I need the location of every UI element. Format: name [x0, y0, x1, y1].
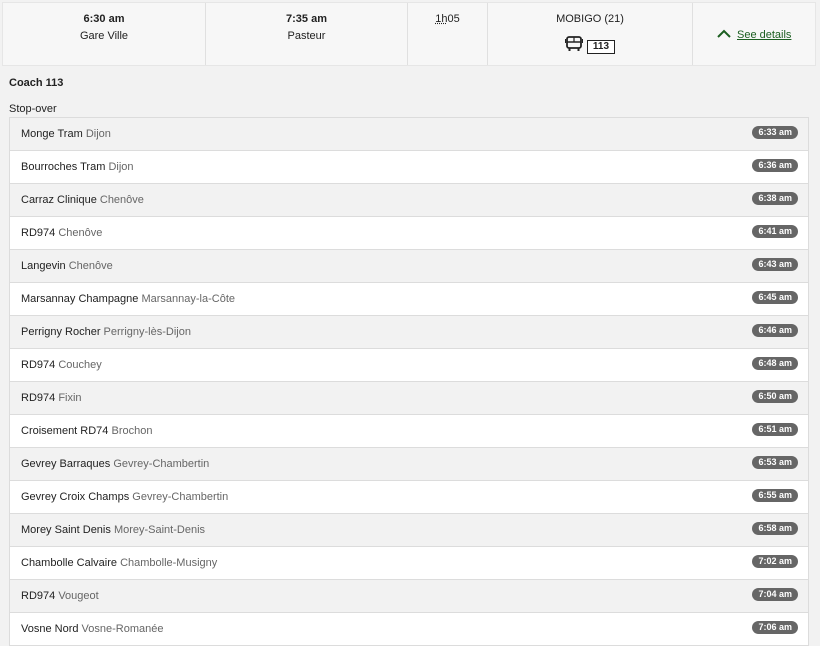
stop-town: Couchey — [58, 359, 102, 371]
operator-line: 113 — [488, 36, 692, 57]
stop-row: Vosne Nord Vosne-Romanée 7:06 am — [10, 613, 808, 646]
operator-name: MOBIGO (21) — [556, 13, 624, 25]
see-details-toggle[interactable]: See details — [717, 29, 791, 41]
stop-row: Morey Saint Denis Morey-Saint-Denis 6:58 … — [10, 514, 808, 547]
stop-town: Gevrey-Chambertin — [132, 491, 229, 503]
stop-row: Marsannay Champagne Marsannay-la-Côte 6:4… — [10, 283, 808, 316]
details-cell: See details — [693, 3, 815, 65]
stop-name: Marsannay Champagne Marsannay-la-Côte — [21, 293, 236, 305]
stop-time-badge: 6:38 am — [752, 192, 798, 205]
stop-time-badge: 6:50 am — [752, 390, 798, 403]
chevron-up-icon — [717, 29, 731, 41]
bus-icon — [564, 36, 583, 57]
stop-time-badge: 6:55 am — [752, 489, 798, 502]
coach-title: Coach 113 — [9, 77, 64, 89]
stop-row: Perrigny Rocher Perrigny-lès-Dijon 6:46 a… — [10, 316, 808, 349]
stop-name: Gevrey Barraques Gevrey-Chambertin — [21, 458, 210, 470]
stop-row: Langevin Chenôve 6:43 am — [10, 250, 808, 283]
departure-time: 6:30 am — [83, 13, 125, 25]
stop-town: Vosne-Romanée — [81, 623, 164, 635]
stop-name: RD974 Chenôve — [21, 227, 103, 239]
stop-time-badge: 6:36 am — [752, 159, 798, 172]
line-number-badge: 113 — [586, 39, 616, 54]
stop-time-badge: 7:04 am — [752, 588, 798, 601]
departure-cell: 6:30 am Gare Ville — [3, 3, 206, 65]
stop-row: Chambolle Calvaire Chambolle-Musigny 7:02… — [10, 547, 808, 580]
stop-town: Chenôve — [68, 260, 113, 272]
stop-name: RD974 Vougeot — [21, 590, 99, 602]
stop-row: RD974 Fixin 6:50 am — [10, 382, 808, 415]
departure-station: Gare Ville — [79, 30, 129, 42]
stop-town: Brochon — [111, 425, 153, 437]
stop-town: Perrigny-lès-Dijon — [103, 326, 191, 338]
stop-name: Croisement RD74 Brochon — [21, 425, 153, 437]
stop-time-badge: 6:45 am — [752, 291, 798, 304]
stop-row: RD974 Chenôve 6:41 am — [10, 217, 808, 250]
stop-time-badge: 6:33 am — [752, 126, 798, 139]
stop-town: Chenôve — [58, 227, 103, 239]
stop-name: Vosne Nord Vosne-Romanée — [21, 623, 164, 635]
journey-duration: 1h05 — [408, 13, 487, 25]
stop-name: Bourroches Tram Dijon — [21, 161, 134, 173]
duration-cell: 1h05 — [408, 3, 488, 65]
stop-time-badge: 6:53 am — [752, 456, 798, 469]
stop-row: Monge Tram Dijon 6:33 am — [10, 118, 808, 151]
stop-name: Monge Tram Dijon — [21, 128, 111, 140]
stop-row: Bourroches Tram Dijon 6:36 am — [10, 151, 808, 184]
stop-town: Gevrey-Chambertin — [113, 458, 210, 470]
stop-town: Marsannay-la-Côte — [141, 293, 236, 305]
stop-row: RD974 Couchey 6:48 am — [10, 349, 808, 382]
stop-name: Gevrey Croix Champs Gevrey-Chambertin — [21, 491, 229, 503]
stop-name: Carraz Clinique Chenôve — [21, 194, 144, 206]
stop-time-badge: 6:48 am — [752, 357, 798, 370]
stop-row: Gevrey Barraques Gevrey-Chambertin 6:53 a… — [10, 448, 808, 481]
stop-town: Chambolle-Musigny — [120, 557, 218, 569]
stop-time-badge: 6:46 am — [752, 324, 798, 337]
stop-time-badge: 6:43 am — [752, 258, 798, 271]
duration-hours: 1h — [435, 13, 448, 25]
stop-town: Dijon — [108, 161, 134, 173]
stop-town: Vougeot — [58, 590, 99, 602]
operator-cell: MOBIGO (21) 113 — [488, 3, 693, 65]
stop-time-badge: 6:41 am — [752, 225, 798, 238]
stop-row: Gevrey Croix Champs Gevrey-Chambertin 6:5… — [10, 481, 808, 514]
stop-name: RD974 Couchey — [21, 359, 102, 371]
stop-time-badge: 7:02 am — [752, 555, 798, 568]
stop-row: Carraz Clinique Chenôve 6:38 am — [10, 184, 808, 217]
stop-name: Morey Saint Denis Morey-Saint-Denis — [21, 524, 206, 536]
stop-time-badge: 7:06 am — [752, 621, 798, 634]
duration-minutes: 05 — [447, 13, 460, 25]
stop-town: Dijon — [85, 128, 111, 140]
stop-town: Chenôve — [99, 194, 144, 206]
journey-summary: 6:30 am Gare Ville 7:35 am Pasteur 1h05 … — [2, 2, 816, 66]
stop-name: Chambolle Calvaire Chambolle-Musigny — [21, 557, 218, 569]
see-details-link[interactable]: See details — [737, 29, 791, 41]
stop-town: Morey-Saint-Denis — [113, 524, 206, 536]
arrival-time: 7:35 am — [286, 13, 327, 25]
stop-row: RD974 Vougeot 7:04 am — [10, 580, 808, 613]
arrival-cell: 7:35 am Pasteur — [206, 3, 408, 65]
stop-name: Langevin Chenôve — [21, 260, 113, 272]
stop-name: RD974 Fixin — [21, 392, 82, 404]
arrival-station: Pasteur — [287, 30, 326, 42]
stopover-label: Stop-over — [9, 103, 57, 115]
stop-row: Croisement RD74 Brochon 6:51 am — [10, 415, 808, 448]
stop-list: Monge Tram Dijon 6:33 am Bourroches Tram D… — [9, 117, 809, 646]
stop-time-badge: 6:51 am — [752, 423, 798, 436]
stop-name: Perrigny Rocher Perrigny-lès-Dijon — [21, 326, 191, 338]
stop-time-badge: 6:58 am — [752, 522, 798, 535]
stop-town: Fixin — [58, 392, 82, 404]
